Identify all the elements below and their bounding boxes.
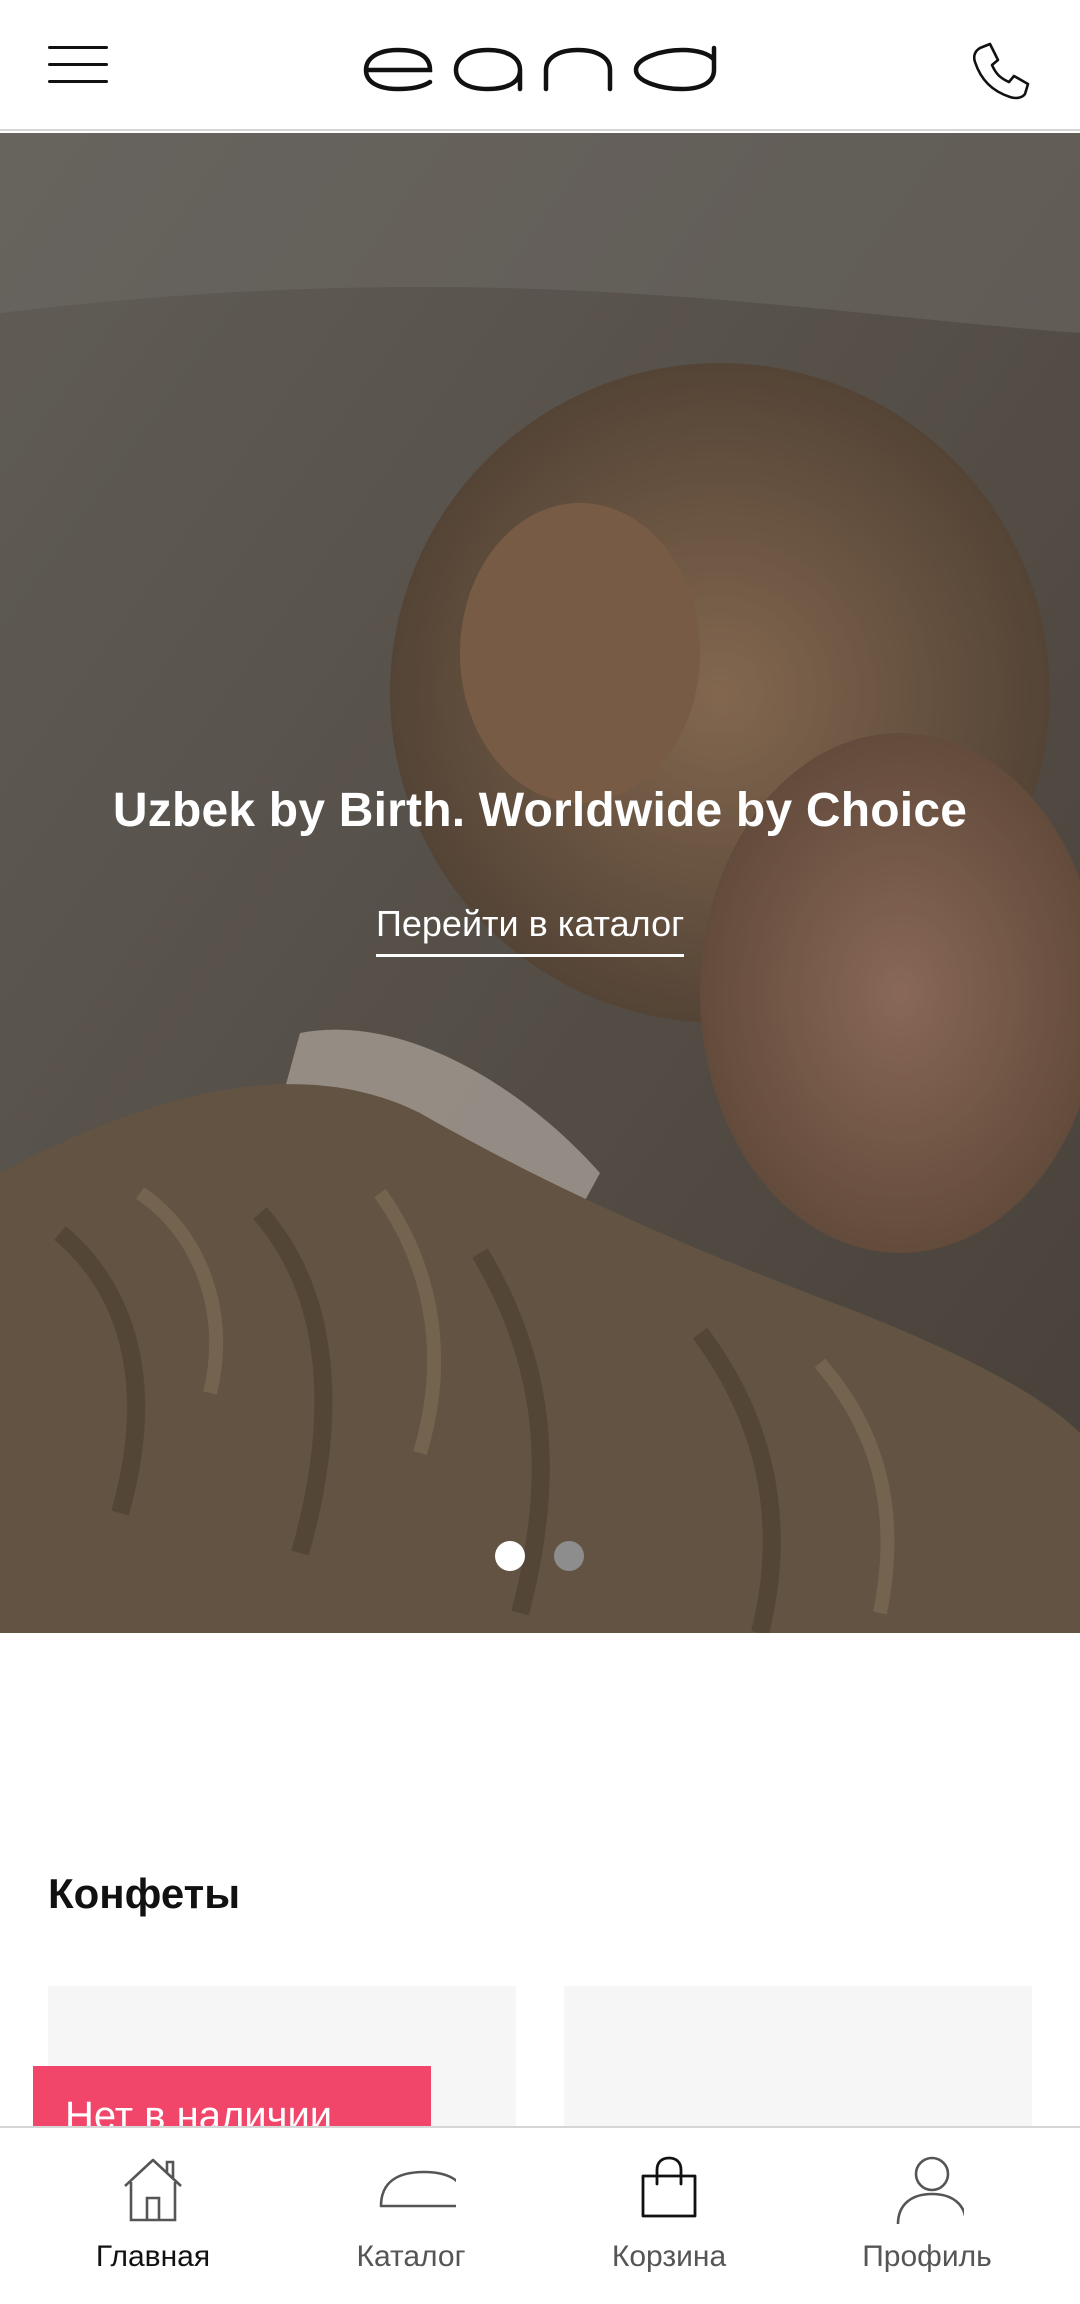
top-header [0,0,1080,131]
shopping-bag-icon [641,2156,697,2218]
carousel-dot-2[interactable] [554,1541,584,1571]
go-to-catalog-link[interactable]: Перейти в каталог [376,903,685,957]
brand-logo[interactable] [360,44,720,94]
hero-overlay [0,133,1080,1633]
nav-item-label: Главная [95,2240,211,2273]
nav-item-label: Каталог [356,2240,466,2273]
nav-item-label: Корзина [611,2240,727,2273]
catalog-dome-icon [379,2170,456,2208]
hamburger-menu-icon[interactable] [46,44,110,84]
hero-title: Uzbek by Birth. Worldwide by Choice [112,784,968,837]
section-title: Конфеты [48,1870,241,1917]
nav-item-profile[interactable]: Профиль [792,2128,1062,2304]
hero-banner[interactable]: Uzbek by Birth. Worldwide by Choice Пере… [0,133,1080,1633]
carousel-pagination [0,1541,1080,1571]
nav-item-label: Профиль [862,2240,992,2273]
home-icon [124,2158,182,2222]
phone-icon[interactable] [970,40,1032,102]
bottom-navigation: Главная Каталог Корзина Профиль [0,2126,1080,2304]
carousel-dot-1[interactable] [495,1541,525,1571]
nav-item-catalog[interactable]: Каталог [276,2128,546,2304]
profile-icon [896,2156,964,2224]
nav-item-home[interactable]: Главная [18,2128,288,2304]
nav-item-cart[interactable]: Корзина [534,2128,804,2304]
